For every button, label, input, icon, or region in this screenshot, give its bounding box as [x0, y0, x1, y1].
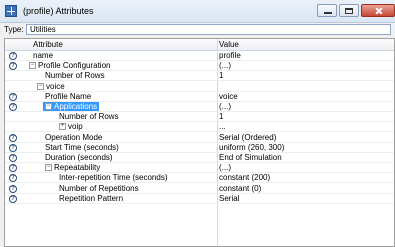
attribute-name[interactable]: Operation Mode: [43, 133, 104, 142]
attribute-label: Applications: [54, 102, 98, 111]
attribute-row[interactable]: ? Inter-repetition Time (seconds) constant…: [5, 173, 394, 184]
attribute-label: Profile Name: [45, 91, 92, 101]
attribute-value[interactable]: uniform (260, 300): [219, 143, 284, 152]
attribute-value[interactable]: End of Simulation: [219, 153, 282, 162]
attribute-name[interactable]: − voice: [35, 82, 67, 91]
attribute-name[interactable]: Number of Rows: [43, 71, 107, 80]
help-icon[interactable]: ?: [9, 184, 17, 193]
attribute-value[interactable]: 1: [219, 112, 223, 121]
attribute-value[interactable]: constant (200): [219, 173, 270, 182]
collapse-icon[interactable]: −: [29, 62, 36, 70]
attribute-value[interactable]: voice: [219, 92, 238, 101]
attribute-row[interactable]: ? − Profile Configuration (...): [5, 61, 394, 72]
minimize-button[interactable]: [317, 4, 337, 17]
attribute-name[interactable]: − Applications: [43, 102, 100, 111]
help-icon[interactable]: ?: [9, 143, 17, 152]
attribute-label: Number of Rows: [45, 71, 105, 81]
attribute-row[interactable]: ? Profile Name voice: [5, 92, 394, 102]
attribute-row[interactable]: ? Start Time (seconds) uniform (260, 300): [5, 143, 394, 153]
attribute-row[interactable]: ? − Repeatability (...): [5, 163, 394, 174]
attribute-row[interactable]: ? − Applications (...): [5, 102, 394, 112]
attribute-label: Repeatability: [54, 163, 101, 173]
attribute-row[interactable]: Number of Rows 1: [5, 112, 394, 123]
app-icon: [5, 5, 17, 17]
help-icon[interactable]: ?: [9, 174, 17, 183]
type-row: Type: Utilities: [0, 23, 395, 37]
window-title: (profile) Attributes: [23, 6, 94, 16]
attribute-name[interactable]: Inter-repetition Time (seconds): [57, 173, 170, 182]
attribute-value[interactable]: (...): [219, 163, 231, 172]
attribute-column-header[interactable]: Attribute: [33, 40, 63, 49]
attribute-value[interactable]: constant (0): [219, 184, 261, 193]
attribute-name[interactable]: − Repeatability: [43, 163, 102, 172]
attribute-label: Inter-repetition Time (seconds): [59, 173, 168, 183]
help-icon[interactable]: ?: [9, 52, 17, 60]
attribute-label: Repetition Pattern: [59, 193, 124, 203]
attribute-label: voice: [46, 81, 65, 91]
attribute-value[interactable]: Serial: [219, 194, 239, 203]
expand-icon[interactable]: +: [59, 123, 66, 131]
attribute-name[interactable]: + voip: [57, 122, 85, 131]
attribute-label: Start Time (seconds): [45, 142, 119, 152]
collapse-icon[interactable]: −: [37, 82, 44, 90]
attribute-name[interactable]: Duration (seconds): [43, 153, 115, 162]
type-label: Type:: [4, 25, 24, 34]
attribute-name[interactable]: Number of Rows: [57, 112, 121, 121]
attribute-row[interactable]: Number of Rows 1: [5, 71, 394, 82]
attribute-label: voip: [68, 122, 83, 132]
help-icon[interactable]: ?: [9, 92, 17, 101]
attribute-value[interactable]: (...): [219, 102, 231, 111]
type-field[interactable]: Utilities: [26, 24, 391, 35]
help-icon[interactable]: ?: [9, 194, 17, 203]
attribute-value[interactable]: 1: [219, 71, 223, 80]
attribute-label: Operation Mode: [45, 132, 103, 142]
title-bar[interactable]: (profile) Attributes: [0, 0, 395, 23]
help-icon[interactable]: ?: [9, 133, 17, 142]
help-icon[interactable]: ?: [9, 164, 17, 173]
attribute-name[interactable]: Repetition Pattern: [57, 194, 125, 203]
help-icon[interactable]: ?: [9, 103, 17, 111]
close-button[interactable]: [361, 4, 395, 17]
attribute-value[interactable]: (...): [219, 61, 231, 70]
attribute-row[interactable]: − voice: [5, 82, 394, 92]
attribute-label: Profile Configuration: [38, 61, 111, 71]
attribute-name[interactable]: Start Time (seconds): [43, 143, 121, 152]
value-column-header[interactable]: Value: [219, 40, 239, 49]
attribute-row[interactable]: ? Operation Mode Serial (Ordered): [5, 133, 394, 143]
attribute-row[interactable]: ? Duration (seconds) End of Simulation: [5, 153, 394, 163]
attribute-label: name: [33, 51, 54, 60]
attribute-label: Number of Rows: [59, 112, 119, 122]
attribute-name[interactable]: − Profile Configuration: [27, 61, 112, 70]
attribute-row[interactable]: ? Number of Repetitions constant (0): [5, 184, 394, 194]
attribute-name[interactable]: name: [31, 51, 55, 60]
attribute-label: Duration (seconds): [45, 153, 113, 162]
attribute-value[interactable]: ...: [219, 122, 226, 131]
attribute-name[interactable]: Number of Repetitions: [57, 184, 141, 193]
attribute-grid: Attribute Value ? name profile? − Profile Co…: [4, 38, 395, 247]
help-icon[interactable]: ?: [9, 62, 17, 71]
attribute-label: Number of Repetitions: [59, 183, 139, 193]
attribute-value[interactable]: Serial (Ordered): [219, 133, 276, 142]
attribute-name[interactable]: Profile Name: [43, 92, 93, 101]
attribute-row[interactable]: + voip...: [5, 122, 394, 133]
collapse-icon[interactable]: −: [45, 103, 52, 110]
maximize-button[interactable]: [339, 4, 359, 17]
help-icon[interactable]: ?: [9, 154, 17, 162]
attributes-window: (profile) Attributes Type: Utilities Att…: [0, 0, 395, 247]
attribute-row[interactable]: ? Repetition Pattern Serial: [5, 194, 394, 204]
collapse-icon[interactable]: −: [45, 164, 52, 172]
attribute-row[interactable]: ? name profile: [5, 51, 394, 61]
grid-header: Attribute Value: [5, 39, 394, 51]
attribute-value[interactable]: profile: [219, 51, 241, 60]
